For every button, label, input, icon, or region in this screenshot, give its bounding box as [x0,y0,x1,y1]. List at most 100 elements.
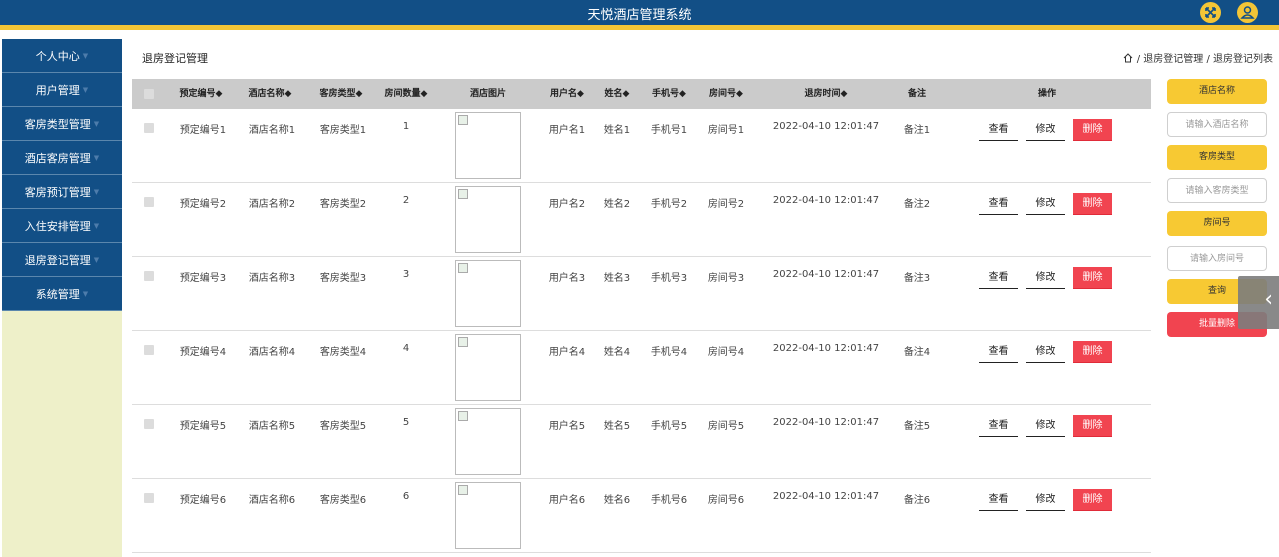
cell-room-count: 2 [402,195,410,206]
cell-phone: 手机号5 [650,421,688,432]
edit-button[interactable]: 修改 [1026,119,1065,141]
edit-button[interactable]: 修改 [1026,341,1065,363]
row-checkbox[interactable] [144,197,154,207]
delete-button[interactable]: 删除 [1073,341,1112,363]
delete-button[interactable]: 删除 [1073,267,1112,289]
top-bar: 天悦酒店管理系统 [0,0,1279,30]
cell-booking-no: 预定编号3 [179,273,227,284]
cell-room-count: 4 [402,343,410,354]
view-button[interactable]: 查看 [979,267,1018,289]
delete-button[interactable]: 删除 [1073,119,1112,141]
home-icon[interactable] [1123,52,1133,63]
broken-image-icon [458,485,468,495]
cell-hotel-name: 酒店名称4 [248,347,296,358]
cell-room-count: 6 [402,491,410,502]
cell-room-no: 房间号4 [707,347,745,358]
breadcrumb: / 退房登记管理 / 退房登记列表 [1123,50,1273,65]
header-room-no[interactable]: 房间号◆ [707,79,745,109]
row-checkbox[interactable] [144,271,154,281]
user-icon[interactable] [1237,2,1258,23]
fullscreen-icon[interactable] [1200,2,1221,23]
cell-username: 用户名5 [548,421,586,432]
header-phone[interactable]: 手机号◆ [650,79,688,109]
cell-room-count: 3 [402,269,410,280]
view-button[interactable]: 查看 [979,119,1018,141]
sidebar-item[interactable]: 系统管理 ▼ [2,277,122,311]
cell-room-type: 客房类型3 [319,273,367,284]
breadcrumb-path: / 退房登记管理 / 退房登记列表 [1136,54,1273,65]
app-title: 天悦酒店管理系统 [587,8,692,23]
edit-button[interactable]: 修改 [1026,193,1065,215]
room-type-input[interactable] [1167,178,1267,203]
header-name[interactable]: 姓名◆ [602,79,632,109]
cell-name: 姓名2 [603,199,631,210]
hotel-image [455,260,521,327]
cell-phone: 手机号1 [650,125,688,136]
sidebar-item[interactable]: 用户管理 ▼ [2,73,122,107]
cell-room-no: 房间号3 [707,273,745,284]
cell-note: 备注3 [903,273,931,284]
sidebar-item-label: 入住安排管理 [24,219,91,233]
edit-button[interactable]: 修改 [1026,415,1065,437]
cell-room-type: 客房类型6 [319,495,367,506]
room-no-input[interactable] [1167,246,1267,271]
row-checkbox[interactable] [144,493,154,503]
cell-hotel-name: 酒店名称1 [248,125,296,136]
header-booking-no[interactable]: 预定编号◆ [176,79,226,109]
select-all-checkbox[interactable] [144,89,154,99]
view-button[interactable]: 查看 [979,341,1018,363]
sidebar-item-label: 客房预订管理 [24,185,91,199]
sidebar-item[interactable]: 退房登记管理 ▼ [2,243,122,277]
cell-checkout-time: 2022-04-10 12:01:47 [772,343,880,354]
hotel-name-input[interactable] [1167,112,1267,137]
cell-booking-no: 预定编号2 [179,199,227,210]
hotel-image [455,334,521,401]
cell-checkout-time: 2022-04-10 12:01:47 [772,269,880,280]
cell-room-type: 客房类型1 [319,125,367,136]
caret-down-icon: ▼ [82,85,89,94]
sidebar-item[interactable]: 个人中心 ▼ [2,39,122,73]
header-hotel-name[interactable]: 酒店名称◆ [245,79,295,109]
sidebar-item-label: 系统管理 [35,287,80,301]
view-button[interactable]: 查看 [979,415,1018,437]
sidebar-item[interactable]: 客房类型管理 ▼ [2,107,122,141]
hotel-image [455,482,521,549]
header-room-count[interactable]: 房间数量◆ [381,79,431,109]
delete-button[interactable]: 删除 [1073,415,1112,437]
cell-room-type: 客房类型5 [319,421,367,432]
cell-username: 用户名3 [548,273,586,284]
header-room-type[interactable]: 客房类型◆ [316,79,366,109]
cell-room-no: 房间号5 [707,421,745,432]
sidebar-item[interactable]: 入住安排管理 ▼ [2,209,122,243]
edit-button[interactable]: 修改 [1026,267,1065,289]
row-checkbox[interactable] [144,345,154,355]
cell-hotel-name: 酒店名称2 [248,199,296,210]
row-checkbox[interactable] [144,419,154,429]
view-button[interactable]: 查看 [979,193,1018,215]
cell-phone: 手机号4 [650,347,688,358]
delete-button[interactable]: 删除 [1073,489,1112,511]
sidebar-item[interactable]: 客房预订管理 ▼ [2,175,122,209]
cell-booking-no: 预定编号6 [179,495,227,506]
view-button[interactable]: 查看 [979,489,1018,511]
cell-phone: 手机号6 [650,495,688,506]
caret-down-icon: ▼ [82,289,89,298]
cell-room-no: 房间号2 [707,199,745,210]
header-username[interactable]: 用户名◆ [547,79,587,109]
table-row: 预定编号6 酒店名称6 客房类型6 6 用户名6 姓名6 手机号6 房间号6 2022-04-1… [132,479,1151,553]
delete-button[interactable]: 删除 [1073,193,1112,215]
sidebar-item-label: 客房类型管理 [24,117,91,131]
collapse-panel-handle[interactable]: ‹ [1238,276,1279,329]
cell-hotel-name: 酒店名称5 [248,421,296,432]
cell-room-count: 1 [402,121,410,132]
sidebar-item[interactable]: 酒店客房管理 ▼ [2,141,122,175]
cell-phone: 手机号2 [650,199,688,210]
header-checkout-time[interactable]: 退房时间◆ [796,79,856,109]
sidebar-item-label: 用户管理 [35,83,80,97]
cell-name: 姓名5 [603,421,631,432]
edit-button[interactable]: 修改 [1026,489,1065,511]
sidebar-item-label: 酒店客房管理 [24,151,91,165]
row-checkbox[interactable] [144,123,154,133]
broken-image-icon [458,337,468,347]
hotel-name-label: 酒店名称 [1167,79,1267,104]
